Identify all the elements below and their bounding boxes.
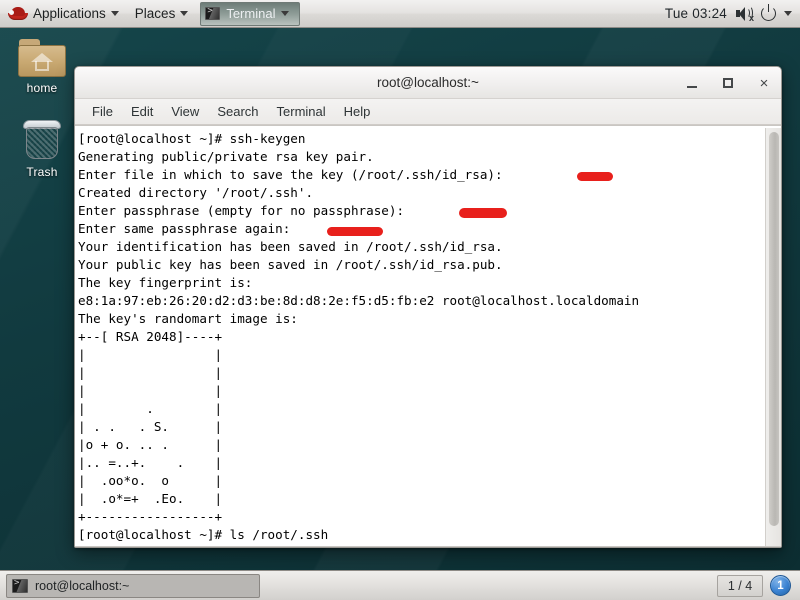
terminal-line: | . . . S. |	[78, 419, 223, 434]
maximize-button[interactable]	[719, 74, 737, 92]
close-button[interactable]: ×	[755, 74, 773, 92]
chevron-down-icon	[180, 11, 189, 16]
window-controls: ×	[683, 67, 773, 99]
terminal-screen[interactable]: [root@localhost ~]# ssh-keygen Generating…	[75, 128, 765, 546]
bottom-panel-right: 1 / 4 1	[717, 574, 800, 597]
terminal-body: [root@localhost ~]# ssh-keygen Generating…	[75, 125, 781, 547]
terminal-line: | |	[78, 347, 223, 362]
terminal-line: Enter file in which to save the key (/ro…	[78, 167, 503, 182]
workspace-badge[interactable]: 1	[770, 575, 791, 596]
chevron-down-icon[interactable]	[784, 11, 792, 16]
taskbar-item-label: root@localhost:~	[35, 578, 130, 593]
terminal-line: The key fingerprint is:	[78, 275, 253, 290]
terminal-line: Your public key has been saved in /root/…	[78, 257, 503, 272]
top-panel: Applications Places Terminal Tue 03:24 x	[0, 0, 800, 28]
workspace-badge-label: 1	[777, 579, 784, 592]
terminal-window[interactable]: root@localhost:~ × File Edit View Search…	[74, 66, 782, 548]
terminal-icon	[205, 7, 221, 20]
terminal-line: e8:1a:97:eb:26:20:d2:d3:be:8d:d8:2e:f5:d…	[78, 293, 640, 308]
menu-edit[interactable]: Edit	[123, 102, 161, 121]
terminal-line: | .oo*o. o |	[78, 473, 223, 488]
desktop-icon-trash[interactable]: Trash	[6, 118, 78, 179]
terminal-line: [root@localhost ~]# ssh-keygen	[78, 131, 306, 146]
terminal-line: Generating public/private rsa key pair.	[78, 149, 374, 164]
terminal-line: The key's randomart image is:	[78, 311, 298, 326]
menu-view[interactable]: View	[163, 102, 207, 121]
desktop-icon-home[interactable]: home	[6, 38, 78, 95]
panel-window-item-terminal[interactable]: Terminal	[200, 1, 301, 26]
power-icon[interactable]	[761, 4, 776, 21]
menu-bar: File Edit View Search Terminal Help	[75, 99, 781, 125]
menu-file[interactable]: File	[84, 102, 121, 121]
terminal-line: Created directory '/root/.ssh'.	[78, 185, 314, 200]
home-folder-icon	[18, 38, 66, 78]
clock[interactable]: Tue 03:24	[665, 6, 727, 21]
menu-terminal[interactable]: Terminal	[269, 102, 334, 121]
terminal-line: Enter same passphrase again:	[78, 221, 291, 236]
desktop-icon-home-label: home	[26, 81, 58, 95]
taskbar-item-terminal[interactable]: root@localhost:~	[6, 573, 260, 598]
menu-search[interactable]: Search	[209, 102, 266, 121]
terminal-line: +-----------------+	[78, 509, 223, 524]
trash-icon	[21, 118, 63, 162]
volume-muted-icon[interactable]: x	[735, 5, 754, 22]
workspace-switcher[interactable]: 1 / 4	[717, 574, 763, 597]
terminal-line: +--[ RSA 2048]----+	[78, 329, 223, 344]
terminal-line: | . |	[78, 401, 223, 416]
terminal-line: | |	[78, 383, 223, 398]
chevron-down-icon	[281, 11, 290, 16]
redhat-logo-icon	[8, 5, 28, 23]
places-menu[interactable]: Places	[127, 1, 197, 27]
panel-window-item-label: Terminal	[226, 6, 276, 21]
terminal-line: | |	[78, 365, 223, 380]
places-menu-label: Places	[134, 6, 176, 21]
desktop: Applications Places Terminal Tue 03:24 x	[0, 0, 800, 600]
terminal-line: |.. =..+. . |	[78, 455, 223, 470]
terminal-line: | .o*=+ .Eo. |	[78, 491, 223, 506]
workspace-indicator-label: 1 / 4	[727, 578, 753, 593]
terminal-line: |o + o. .. . |	[78, 437, 223, 452]
vertical-scrollbar[interactable]	[765, 128, 781, 546]
desktop-icon-trash-label: Trash	[26, 165, 58, 179]
terminal-line: Enter passphrase (empty for no passphras…	[78, 203, 405, 218]
scrollbar-thumb[interactable]	[769, 132, 779, 526]
terminal-icon	[12, 578, 28, 593]
chevron-down-icon	[110, 11, 119, 16]
window-title: root@localhost:~	[377, 75, 479, 90]
panel-status-area: Tue 03:24 x	[665, 4, 800, 22]
applications-menu[interactable]: Applications	[0, 1, 127, 27]
applications-menu-label: Applications	[33, 6, 106, 21]
window-titlebar[interactable]: root@localhost:~ ×	[75, 67, 781, 99]
minimize-button[interactable]	[683, 74, 701, 92]
menu-help[interactable]: Help	[336, 102, 379, 121]
bottom-panel: root@localhost:~ 1 / 4 1	[0, 570, 800, 600]
terminal-line: Your identification has been saved in /r…	[78, 239, 503, 254]
terminal-line: [root@localhost ~]# ls /root/.ssh	[78, 527, 329, 542]
close-icon: ×	[759, 74, 769, 92]
